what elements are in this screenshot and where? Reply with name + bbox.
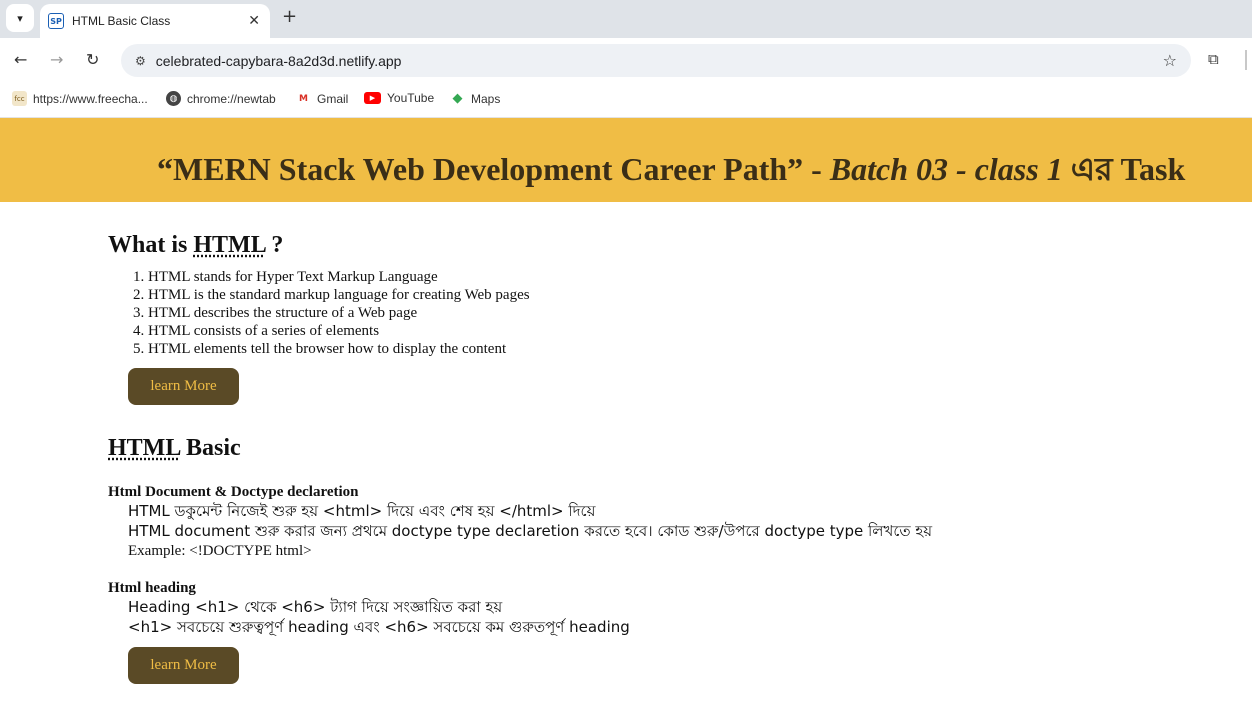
html-abbr: HTML xyxy=(108,435,181,461)
doctype-line-1: HTML ডকুমেন্ট নিজেই শুরু হয় <html> দিয়… xyxy=(128,502,596,520)
main-content: What is HTML ? HTML stands for Hyper Tex… xyxy=(108,230,1228,684)
list-item: HTML is the standard markup language for… xyxy=(148,286,1228,304)
site-info-icon[interactable]: ⚙ xyxy=(135,54,146,68)
list-item: HTML elements tell the browser how to di… xyxy=(148,340,1228,358)
bookmark-label: YouTube xyxy=(387,91,435,105)
page-title: “MERN Stack Web Development Career Path”… xyxy=(157,144,1185,198)
title-separator: - xyxy=(803,151,830,187)
url-text[interactable]: celebrated-capybara-8a2d3d.netlify.app xyxy=(156,53,1163,69)
extensions-icon[interactable]: ⧉ xyxy=(1208,50,1219,68)
learn-more-button[interactable]: learn More xyxy=(128,368,239,405)
bookmark-gmail[interactable]: M Gmail xyxy=(296,91,348,106)
heading-text: What is xyxy=(108,232,194,258)
doctype-example: Example: <!DOCTYPE html> xyxy=(128,543,312,559)
bookmark-maps[interactable]: ◆ Maps xyxy=(450,91,501,106)
globe-icon: ◍ xyxy=(166,91,181,106)
html-facts-list: HTML stands for Hyper Text Markup Langua… xyxy=(148,268,1228,358)
html-abbr: HTML xyxy=(193,232,266,258)
bookmark-label: Maps xyxy=(471,91,501,106)
back-arrow-icon[interactable]: ← xyxy=(14,50,27,69)
gmail-icon: M xyxy=(299,93,308,104)
button-wrap: learn More xyxy=(128,647,1228,684)
bookmarks-bar: fcc https://www.freecha... ◍ chrome://ne… xyxy=(0,84,1252,118)
list-item: HTML stands for Hyper Text Markup Langua… xyxy=(148,268,1228,286)
address-bar[interactable]: ⚙ celebrated-capybara-8a2d3d.netlify.app… xyxy=(121,44,1191,77)
bookmark-label: Gmail xyxy=(317,91,349,106)
close-icon[interactable]: ✕ xyxy=(248,13,260,29)
title-suffix: এর Task xyxy=(1062,151,1186,187)
title-quote: “MERN Stack Web Development Career Path” xyxy=(157,151,804,187)
forward-arrow-icon[interactable]: → xyxy=(50,50,63,69)
tab-active[interactable]: SP HTML Basic Class ✕ xyxy=(40,4,270,38)
list-item: HTML consists of a series of elements xyxy=(148,322,1228,340)
heading-text: Basic xyxy=(180,435,241,461)
fcc-icon: fcc xyxy=(12,91,27,106)
bookmark-youtube[interactable]: ▶ YouTube xyxy=(364,91,434,105)
page-banner: “MERN Stack Web Development Career Path”… xyxy=(0,118,1252,202)
bookmark-star-icon[interactable]: ☆ xyxy=(1163,51,1177,70)
heading-text: ? xyxy=(265,232,284,258)
doctype-subheading: Html Document & Doctype declaretion xyxy=(108,484,359,500)
bookmark-freecodecamp[interactable]: fcc https://www.freecha... xyxy=(12,91,148,106)
tab-search-chevron-icon[interactable]: ▾ xyxy=(6,4,34,32)
list-item: HTML describes the structure of a Web pa… xyxy=(148,304,1228,322)
tab-favicon-icon: SP xyxy=(48,13,64,29)
heading-line-2: <h1> সবচেয়ে শুরুত্বপূর্ণ heading এবং <h… xyxy=(128,618,630,636)
reload-icon[interactable]: ↻ xyxy=(86,50,99,69)
doctype-line-2: HTML document শুরু করার জন্য প্রথমে doct… xyxy=(128,522,933,540)
heading-subheading: Html heading xyxy=(108,580,196,596)
youtube-icon: ▶ xyxy=(364,92,381,104)
heading-line-1: Heading <h1> থেকে <h6> ট্যাগ দিয়ে সংজ্ঞ… xyxy=(128,598,503,616)
button-wrap: learn More xyxy=(128,368,1228,405)
title-batch: Batch 03 - class 1 xyxy=(829,151,1063,187)
bookmark-label: chrome://newtab xyxy=(187,91,276,106)
tab-strip: ▾ SP HTML Basic Class ✕ + xyxy=(0,0,1252,38)
bookmark-label: https://www.freecha... xyxy=(33,91,148,106)
bookmark-newtab[interactable]: ◍ chrome://newtab xyxy=(166,91,276,106)
browser-toolbar: ← → ↻ ⚙ celebrated-capybara-8a2d3d.netli… xyxy=(0,38,1252,84)
tab-title: HTML Basic Class xyxy=(72,14,171,28)
new-tab-plus-icon[interactable]: + xyxy=(282,6,297,27)
menu-divider xyxy=(1245,50,1247,70)
maps-icon: ◆ xyxy=(452,91,463,106)
section-heading-what-is-html: What is HTML ? xyxy=(108,230,1228,260)
learn-more-button[interactable]: learn More xyxy=(128,647,239,684)
section-heading-html-basic: HTML Basic xyxy=(108,433,1228,463)
